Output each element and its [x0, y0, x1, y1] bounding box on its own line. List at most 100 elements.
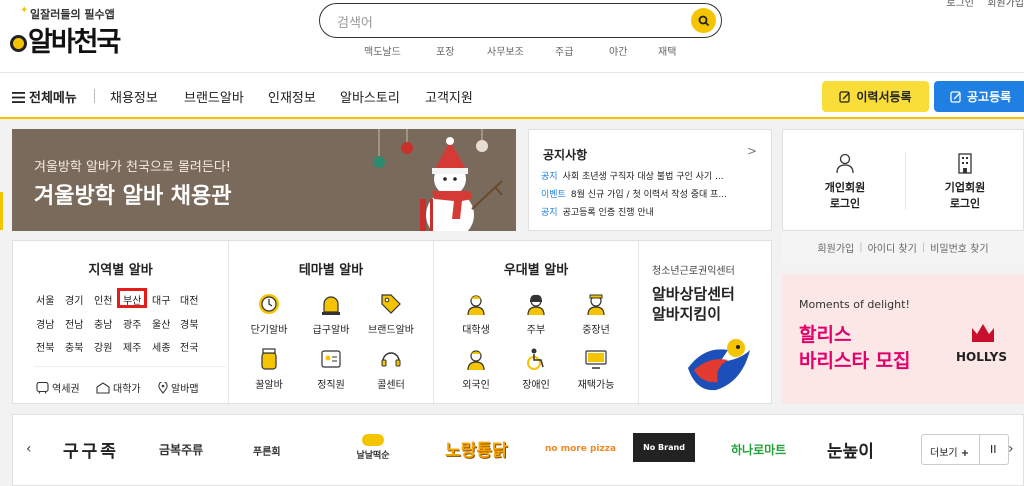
brand-logo[interactable]: 눈높이 — [827, 437, 874, 462]
nav-item-brand[interactable]: 브랜드알바 — [184, 87, 244, 106]
find-id-link[interactable]: 아이디 찾기 — [868, 240, 917, 255]
region-title: 지역별 알바 — [88, 263, 153, 278]
preference-label: 대학생 — [462, 325, 490, 336]
wheelchair-icon — [527, 348, 544, 370]
region-link[interactable]: 전남 — [65, 316, 83, 331]
region-link[interactable]: 전국 — [180, 339, 198, 354]
chevron-right-icon[interactable]: > — [747, 144, 757, 158]
signup-link[interactable]: 회원가입 — [817, 240, 854, 255]
campus-area-link[interactable]: 대학가 — [96, 380, 141, 395]
preference-label: 주부 — [526, 325, 546, 336]
carousel-prev-button[interactable]: ‹ — [26, 441, 32, 457]
preference-label: 중장년 — [582, 325, 610, 336]
brand-logo[interactable]: 구구족 — [63, 437, 119, 462]
preference-label: 장애인 — [522, 380, 550, 391]
login-link[interactable]: 로그인 — [946, 0, 974, 9]
preference-item[interactable]: 재택가능 — [560, 347, 632, 391]
notice-text: 공고등록 인증 진행 안내 — [562, 208, 654, 218]
region-link[interactable]: 충남 — [94, 316, 112, 331]
region-link[interactable]: 세종 — [152, 339, 170, 354]
brand-logo[interactable]: 금복주류 — [159, 441, 203, 458]
nav-item-jobs[interactable]: 채용정보 — [110, 87, 158, 106]
post-register-button[interactable]: 공고등록 — [934, 81, 1024, 112]
logo-text: 알바천국 — [28, 27, 121, 58]
brand-logo[interactable]: 하나로마트 — [731, 441, 786, 458]
company-label: 기업회원 — [944, 181, 986, 194]
region-link[interactable]: 경기 — [65, 292, 83, 307]
brand-logo[interactable]: 노랑통닭 — [445, 436, 508, 461]
notice-tag: 공지 — [541, 208, 558, 218]
carousel-next-button[interactable]: › — [1008, 441, 1014, 457]
brand-more-button[interactable]: 더보기 + — [930, 444, 969, 459]
company-login-button[interactable]: 기업회원 로그인 — [905, 152, 1024, 212]
region-link[interactable]: 강원 — [94, 339, 112, 354]
edit-icon — [839, 90, 851, 103]
keyword-link[interactable]: 주급 — [555, 43, 573, 58]
keyword-link[interactable]: 맥도날드 — [364, 43, 401, 58]
preference-item[interactable]: 중장년 — [560, 292, 632, 336]
notice-text: 8월 신규 가입 / 첫 이력서 작성 중대 프... — [570, 190, 727, 200]
region-link[interactable]: 인천 — [94, 292, 112, 307]
region-link[interactable]: 경북 — [180, 316, 198, 331]
account-links: 회원가입 | 아이디 찾기 | 비밀번호 찾기 — [782, 231, 1024, 263]
nav-item-story[interactable]: 알바스토리 — [340, 87, 400, 106]
guardian-mascot-icon — [688, 339, 750, 391]
search-box[interactable]: 검색어 — [319, 3, 722, 38]
region-link[interactable]: 광주 — [123, 316, 141, 331]
divider — [34, 366, 226, 367]
notice-item[interactable]: 공지 사회 초년생 구직자 대상 불법 구인 사기 ... — [541, 169, 763, 182]
job-map-link[interactable]: 알바맵 — [158, 380, 199, 395]
keyword-link[interactable]: 재택 — [658, 43, 676, 58]
region-link[interactable]: 대전 — [180, 292, 198, 307]
ad-tagline: Moments of delight! — [799, 298, 910, 311]
id-card-icon — [321, 350, 341, 368]
notice-item[interactable]: 공지 공고등록 인증 진행 안내 — [541, 205, 763, 218]
person-icon — [836, 153, 854, 174]
main-banner[interactable]: 겨울방학 알바가 천국으로 몰려든다! 겨울방학 알바 채용관 — [12, 129, 516, 231]
tag-icon — [381, 294, 401, 314]
notice-tag: 공지 — [541, 172, 558, 182]
youth-center-banner[interactable]: 청소년근로권익센터 알바상담센터 알바지킴이 — [638, 240, 772, 404]
region-link[interactable]: 대구 — [152, 292, 170, 307]
keyword-link[interactable]: 사무보조 — [487, 43, 524, 58]
all-menu-button[interactable]: 전체메뉴 — [12, 87, 77, 106]
pause-button[interactable]: II — [990, 443, 997, 456]
brand-logo[interactable]: no more pizza — [545, 444, 616, 454]
resume-register-button[interactable]: 이력서등록 — [822, 81, 929, 112]
brand-logo[interactable]: 날날떡순 — [353, 434, 393, 461]
theme-label: 브랜드알바 — [368, 325, 414, 336]
region-link[interactable]: 제주 — [123, 339, 141, 354]
region-link[interactable]: 충북 — [65, 339, 83, 354]
side-tab[interactable] — [0, 192, 3, 230]
senior-icon — [587, 294, 605, 316]
station-area-link[interactable]: 역세권 — [36, 380, 80, 395]
homemaker-icon — [527, 294, 545, 316]
nav-item-support[interactable]: 고객지원 — [425, 87, 473, 106]
notice-title[interactable]: 공지사항 — [543, 146, 587, 163]
search-input[interactable]: 검색어 — [337, 12, 373, 31]
region-link[interactable]: 울산 — [152, 316, 170, 331]
region-link[interactable]: 서울 — [36, 292, 54, 307]
brand-logo[interactable]: 푸른회 — [253, 443, 281, 458]
notice-item[interactable]: 이벤트 8월 신규 가입 / 첫 이력서 작성 중대 프... — [541, 187, 763, 200]
keyword-link[interactable]: 야간 — [609, 43, 627, 58]
youth-line: 알바상담센터 — [652, 285, 735, 303]
nav-item-talent[interactable]: 인재정보 — [268, 87, 316, 106]
theme-title: 테마별 알바 — [298, 263, 364, 278]
theme-item[interactable]: 브랜드알바 — [355, 292, 427, 336]
building-icon — [958, 153, 972, 174]
region-link[interactable]: 경남 — [36, 316, 54, 331]
all-menu-label: 전체메뉴 — [29, 91, 77, 106]
theme-item[interactable]: 콜센터 — [355, 347, 427, 391]
keyword-link[interactable]: 포장 — [436, 43, 454, 58]
map-pin-icon — [158, 380, 168, 394]
region-link[interactable]: 전북 — [36, 339, 54, 354]
school-icon — [96, 382, 110, 394]
signup-link[interactable]: 회원가입 — [987, 0, 1024, 9]
search-button[interactable] — [691, 8, 716, 33]
find-password-link[interactable]: 비밀번호 찾기 — [930, 240, 988, 255]
brand-logo[interactable]: No Brand — [633, 433, 695, 462]
personal-login-button[interactable]: 개인회원 로그인 — [785, 152, 905, 212]
notice-text: 사회 초년생 구직자 대상 불법 구인 사기 ... — [562, 172, 724, 182]
hollys-ad-banner[interactable]: Moments of delight! 할리스 바리스타 모집 HOLLYS — [782, 274, 1024, 404]
